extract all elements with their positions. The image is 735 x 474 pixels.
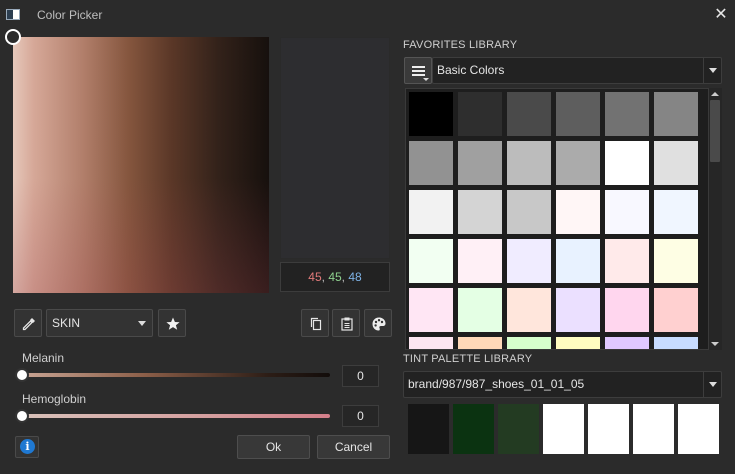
cancel-button[interactable]: Cancel	[317, 435, 390, 459]
favorites-library-select[interactable]: Basic Colors	[432, 57, 722, 84]
favorites-swatch-panel	[405, 88, 722, 350]
tint-palette-value: brand/987/987_shoes_01_01_05	[408, 377, 585, 391]
favorite-swatch[interactable]	[556, 190, 600, 234]
mode-select[interactable]: SKIN	[46, 309, 153, 337]
tint-swatch[interactable]	[453, 404, 494, 454]
melanin-label: Melanin	[22, 351, 65, 365]
favorite-swatch[interactable]	[458, 239, 502, 283]
favorite-swatch[interactable]	[507, 190, 551, 234]
melanin-value-field[interactable]: 0	[342, 365, 379, 387]
scroll-thumb[interactable]	[710, 100, 720, 162]
favorite-swatch[interactable]	[605, 141, 649, 185]
copy-button[interactable]	[301, 309, 329, 337]
rgb-green-value: 45	[328, 270, 342, 284]
melanin-slider-knob[interactable]	[15, 368, 29, 382]
favorite-swatch[interactable]	[605, 337, 649, 349]
palette-button[interactable]	[364, 309, 392, 337]
favorite-swatch[interactable]	[654, 288, 698, 332]
favorite-swatch[interactable]	[654, 141, 698, 185]
favorite-swatch[interactable]	[654, 190, 698, 234]
chevron-down-icon	[703, 58, 721, 83]
paste-icon	[341, 317, 353, 331]
favorites-library-value: Basic Colors	[437, 63, 505, 77]
favorite-swatch[interactable]	[556, 288, 600, 332]
favorite-swatch[interactable]	[605, 288, 649, 332]
favorite-swatch[interactable]	[507, 141, 551, 185]
chevron-down-icon	[703, 372, 721, 397]
rgb-readout: 45, 45, 48	[280, 262, 390, 292]
window-title: Color Picker	[37, 8, 103, 22]
favorite-swatch[interactable]	[556, 92, 600, 136]
favorite-swatch[interactable]	[409, 288, 453, 332]
chevron-down-icon	[423, 78, 429, 81]
favorite-swatch[interactable]	[556, 141, 600, 185]
eyedropper-button[interactable]	[14, 309, 42, 337]
tint-swatch[interactable]	[543, 404, 584, 454]
favorites-library-label: FAVORITES LIBRARY	[403, 39, 518, 51]
favorite-swatch[interactable]	[605, 190, 649, 234]
title-bar	[0, 0, 735, 30]
favorite-swatch[interactable]	[556, 239, 600, 283]
favorite-swatch[interactable]	[458, 337, 502, 349]
favorite-swatch[interactable]	[409, 141, 453, 185]
favorite-swatch[interactable]	[654, 239, 698, 283]
palette-icon	[372, 317, 386, 331]
color-preview	[280, 37, 390, 259]
favorite-swatch[interactable]	[507, 239, 551, 283]
color-gradient-handle[interactable]	[5, 29, 21, 45]
favorite-swatch[interactable]	[507, 337, 551, 349]
favorite-swatch[interactable]	[458, 92, 502, 136]
rgb-separator: ,	[321, 270, 325, 284]
tint-swatch[interactable]	[678, 404, 719, 454]
scroll-up-icon[interactable]	[708, 88, 722, 100]
favorite-swatch[interactable]	[605, 92, 649, 136]
close-button[interactable]: ✕	[710, 4, 732, 26]
tint-palette-library-label: TINT PALETTE LIBRARY	[403, 353, 533, 365]
hemoglobin-label: Hemoglobin	[22, 392, 87, 406]
library-menu-button[interactable]	[404, 57, 432, 84]
favorite-swatch[interactable]	[654, 92, 698, 136]
chevron-down-icon	[138, 321, 146, 326]
melanin-slider-track[interactable]	[22, 373, 330, 377]
rgb-red-value: 45	[308, 270, 322, 284]
tint-swatch[interactable]	[408, 404, 449, 454]
favorite-swatch[interactable]	[556, 337, 600, 349]
hemoglobin-value-field[interactable]: 0	[342, 405, 379, 427]
hemoglobin-slider-track[interactable]	[22, 414, 330, 418]
info-button[interactable]: i	[15, 436, 39, 458]
favorite-swatch[interactable]	[458, 288, 502, 332]
favorite-swatch[interactable]	[409, 337, 453, 349]
favorite-swatch[interactable]	[654, 337, 698, 349]
scroll-down-icon[interactable]	[708, 338, 722, 350]
favorite-swatch[interactable]	[507, 288, 551, 332]
favorite-swatch[interactable]	[409, 92, 453, 136]
add-favorite-button[interactable]	[158, 309, 186, 337]
app-icon	[6, 9, 20, 20]
info-icon: i	[20, 439, 35, 454]
favorite-swatch[interactable]	[409, 190, 453, 234]
ok-button[interactable]: Ok	[237, 435, 310, 459]
tint-swatch[interactable]	[588, 404, 629, 454]
tint-swatch[interactable]	[633, 404, 674, 454]
favorite-swatch[interactable]	[458, 141, 502, 185]
favorite-swatch[interactable]	[507, 92, 551, 136]
favorite-swatch[interactable]	[458, 190, 502, 234]
favorite-swatch[interactable]	[409, 239, 453, 283]
copy-icon	[310, 317, 322, 331]
rgb-blue-value: 48	[348, 270, 362, 284]
rgb-separator: ,	[341, 270, 346, 284]
star-icon	[166, 317, 180, 330]
favorite-swatch[interactable]	[605, 239, 649, 283]
mode-select-value: SKIN	[52, 316, 81, 330]
color-gradient-overlay	[13, 37, 269, 293]
paste-button[interactable]	[332, 309, 360, 337]
eyedropper-icon	[22, 318, 35, 331]
tint-swatch[interactable]	[498, 404, 539, 454]
tint-palette-select[interactable]: brand/987/987_shoes_01_01_05	[403, 371, 722, 398]
hemoglobin-slider-knob[interactable]	[15, 409, 29, 423]
